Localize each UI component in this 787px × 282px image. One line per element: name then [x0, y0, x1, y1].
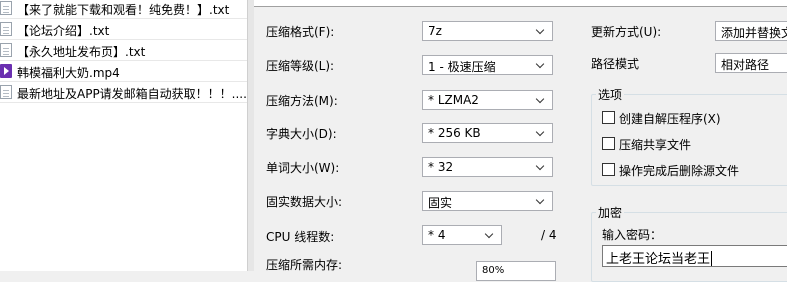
text-file-icon [0, 22, 12, 36]
word-value: * 32 [428, 160, 454, 174]
method-value: * LZMA2 [428, 93, 479, 107]
password-input[interactable]: 上老王论坛当老王 [602, 245, 787, 267]
solid-value: 固实 [428, 196, 453, 210]
path-mode-value: 相对路径 [721, 58, 770, 72]
password-label: 输入密码： [602, 228, 663, 242]
path-mode-label: 路径模式 [591, 57, 640, 71]
text-file-icon [0, 1, 12, 15]
options-title: 选项 [596, 86, 625, 103]
solid-label: 固实数据大小: [266, 195, 343, 209]
chevron-down-icon [535, 195, 547, 207]
level-label: 压缩等级(L): [266, 59, 335, 73]
method-label: 压缩方法(M): [266, 94, 338, 108]
sfx-checkbox[interactable] [602, 111, 615, 124]
list-item[interactable]: 【来了就能下载和观看！纯免费！】.txt [0, 0, 247, 19]
file-name: 【来了就能下载和观看！纯免费！】.txt [17, 3, 230, 17]
password-text: 上老王论坛当老王 [606, 252, 711, 267]
text-file-icon [0, 85, 12, 99]
splitter[interactable] [247, 0, 254, 271]
chevron-down-icon [535, 127, 547, 139]
chevron-down-icon [535, 94, 547, 106]
threads-max: / 4 [541, 228, 557, 242]
file-name: 【永久地址发布页】.txt [17, 45, 146, 59]
update-label: 更新方式(U): [591, 25, 662, 39]
chevron-down-icon [535, 59, 547, 71]
text-caret [711, 251, 713, 266]
encryption-title: 加密 [596, 204, 625, 221]
chevron-down-icon [535, 161, 547, 173]
video-file-icon [0, 64, 12, 78]
chevron-down-icon [535, 25, 547, 37]
format-select[interactable]: 7z [422, 21, 553, 41]
level-value: 1 - 极速压缩 [428, 60, 496, 74]
threads-value: * 4 [428, 228, 446, 242]
sfx-label[interactable]: 创建自解压程序(X) [619, 110, 721, 127]
word-select[interactable]: * 32 [422, 157, 553, 177]
threads-label: CPU 线程数: [266, 230, 335, 244]
delete-after-label[interactable]: 操作完成后删除源文件 [619, 162, 739, 179]
level-select[interactable]: 1 - 极速压缩 [422, 55, 553, 75]
solid-select[interactable]: 固实 [422, 191, 553, 211]
format-label: 压缩格式(F): [266, 25, 335, 39]
dict-select[interactable]: * 256 KB [422, 123, 553, 143]
method-select[interactable]: * LZMA2 [422, 90, 553, 110]
update-select[interactable]: 添加并替换文 [715, 21, 787, 41]
shared-files-checkbox[interactable] [602, 137, 615, 150]
file-list: 【来了就能下载和观看！纯免费！】.txt 【论坛介绍】.txt 【永久地址发布页… [0, 0, 247, 271]
chevron-down-icon [484, 229, 496, 241]
word-label: 单词大小(W): [266, 161, 340, 175]
memory-select[interactable]: 80% [476, 261, 556, 281]
archive-path-field[interactable] [254, 0, 787, 7]
shared-files-label[interactable]: 压缩共享文件 [619, 136, 691, 153]
list-item[interactable]: 韩模福利大奶.mp4 [0, 61, 247, 82]
delete-after-checkbox[interactable] [602, 163, 615, 176]
file-name: 最新地址及APP请发邮箱自动获取！！！.... [17, 87, 247, 101]
compression-settings-dialog: 压缩格式(F): 7z 压缩等级(L): 1 - 极速压缩 压缩方法(M): *… [254, 0, 787, 282]
path-mode-select[interactable]: 相对路径 [715, 53, 787, 73]
update-value: 添加并替换文 [721, 26, 787, 40]
text-file-icon [0, 43, 12, 57]
file-name: 韩模福利大奶.mp4 [17, 66, 120, 80]
list-item[interactable]: 最新地址及APP请发邮箱自动获取！！！.... [0, 82, 247, 103]
threads-select[interactable]: * 4 [422, 225, 502, 245]
dict-label: 字典大小(D): [266, 127, 337, 141]
file-name: 【论坛介绍】.txt [17, 24, 110, 38]
format-value: 7z [428, 24, 442, 38]
memory-label: 压缩所需内存: [266, 258, 343, 272]
list-item[interactable]: 【永久地址发布页】.txt [0, 40, 247, 61]
dict-value: * 256 KB [428, 126, 481, 140]
list-item[interactable]: 【论坛介绍】.txt [0, 19, 247, 40]
